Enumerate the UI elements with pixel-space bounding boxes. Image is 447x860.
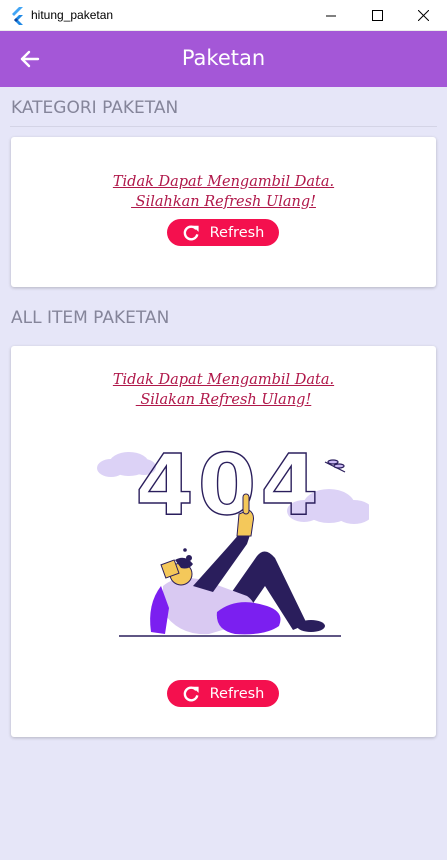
refresh-button-label: Refresh: [209, 224, 265, 241]
refresh-button-label: Refresh: [209, 685, 265, 702]
refresh-icon: [182, 224, 200, 242]
refresh-button-all-item[interactable]: Refresh: [167, 680, 279, 707]
refresh-icon: [182, 685, 200, 703]
page-title: Paketan: [181, 46, 266, 70]
minimize-icon: [325, 15, 336, 17]
close-button[interactable]: [400, 0, 446, 31]
error-message: Tidak Dapat Mengambil Data. Silahkan Ref…: [11, 172, 436, 212]
all-item-card: Tidak Dapat Mengambil Data. Silakan Refr…: [11, 346, 436, 737]
section-title-kategori: KATEGORI PAKETAN: [11, 98, 179, 118]
error-message-line2: Silahkan Refresh Ulang!: [131, 194, 316, 210]
maximize-button[interactable]: [354, 0, 400, 31]
window-title: hitung_paketan: [31, 8, 114, 22]
maximize-icon: [371, 10, 383, 21]
window-titlebar: hitung_paketan: [0, 0, 447, 31]
app-bar: Paketan: [0, 31, 447, 87]
refresh-button-kategori[interactable]: Refresh: [167, 219, 279, 246]
flutter-logo-icon: [12, 7, 23, 25]
kategori-card: Tidak Dapat Mengambil Data. Silahkan Ref…: [11, 137, 436, 287]
error-message-line1: Tidak Dapat Mengambil Data.: [112, 372, 335, 388]
error-message-line2: Silakan Refresh Ulang!: [135, 392, 312, 408]
error-message: Tidak Dapat Mengambil Data. Silakan Refr…: [11, 370, 436, 410]
404-text: 404: [135, 436, 322, 534]
close-icon: [417, 10, 429, 21]
section-divider: [10, 126, 437, 127]
error-message-line1: Tidak Dapat Mengambil Data.: [112, 174, 335, 190]
section-title-all-item: ALL ITEM PAKETAN: [11, 308, 170, 328]
minimize-button[interactable]: [308, 0, 354, 31]
404-illustration: 404: [97, 436, 369, 637]
insect-icon: [324, 459, 346, 473]
